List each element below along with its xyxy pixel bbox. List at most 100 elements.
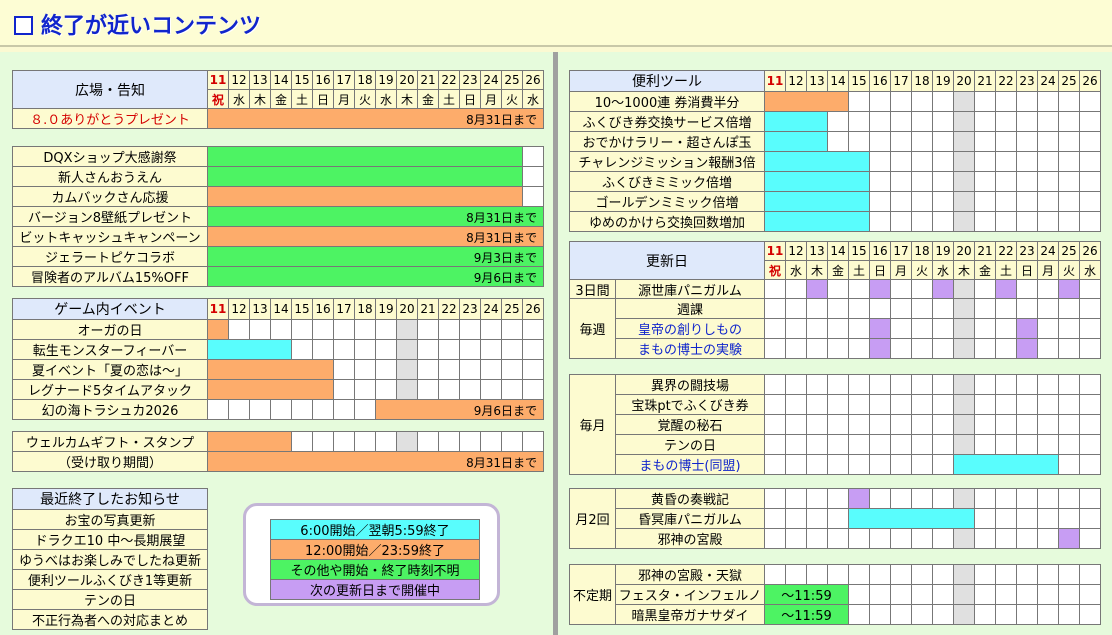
updates-label[interactable]: テンの日 [615, 434, 765, 455]
tools-label[interactable]: ゴールデンミミック倍増 [569, 191, 765, 212]
tools-row[interactable]: ふくびき券交換サービス倍増 [569, 111, 1101, 132]
recent-link[interactable]: ゆうべはお楽しみでしたね更新 [12, 549, 208, 570]
event-row[interactable]: 夏イベント「夏の恋は～」 [12, 359, 544, 380]
welcome-row[interactable]: ウェルカムギフト・スタンプ [12, 431, 544, 452]
updates-day-cell [932, 318, 954, 339]
recent-row[interactable]: 便利ツールふくびき1等更新 [12, 569, 208, 590]
recent-link[interactable]: ドラクエ10 中～長期展望 [12, 529, 208, 550]
updates-label[interactable]: 昏冥庫パニガルム [615, 508, 765, 529]
updates-label[interactable]: 邪神の宮殿・天獄 [615, 564, 765, 585]
event-label[interactable]: 転生モンスターフィーバー [12, 339, 208, 360]
updates-row[interactable]: 暗黒皇帝ガナサダイ ～11:59 [570, 604, 1101, 625]
tools-label[interactable]: チャレンジミッション報酬3倍 [569, 151, 765, 172]
updates-row[interactable]: まもの博士(同盟) [570, 454, 1101, 475]
campaign-bar [206, 166, 524, 187]
recent-link[interactable]: テンの日 [12, 589, 208, 610]
updates-label[interactable]: 覚醒の秘石 [615, 414, 765, 435]
updates-label[interactable]: 暗黒皇帝ガナサダイ [615, 604, 765, 625]
event-label[interactable]: オーガの日 [12, 319, 208, 340]
updates-label[interactable]: 宝珠ptでふくびき券 [615, 394, 765, 415]
tools-row[interactable]: ゴールデンミミック倍増 [569, 191, 1101, 212]
tools-day-header: 17 [890, 70, 912, 92]
tools-day-cell [953, 131, 975, 152]
campaign-label[interactable]: バージョン8壁紙プレゼント [12, 206, 208, 227]
recent-row[interactable]: ゆうべはお楽しみでしたね更新 [12, 549, 208, 570]
tools-day-cell [932, 111, 954, 132]
updates-label[interactable]: 異界の闘技場 [615, 374, 765, 395]
updates-row[interactable]: テンの日 [570, 434, 1101, 455]
updates-row[interactable]: 邪神の宮殿 [570, 528, 1101, 549]
updates-row[interactable]: 月2回 黄昏の奏戦記 [569, 488, 1101, 549]
event-label[interactable]: 夏イベント「夏の恋は～」 [12, 359, 208, 380]
event-row[interactable]: 転生モンスターフィーバー [12, 339, 544, 360]
campaign-label[interactable]: 冒険者のアルバム15%OFF [12, 266, 208, 287]
welcome-row[interactable]: （受け取り期間） 8月31日まで [12, 451, 544, 472]
recent-link[interactable]: お宝の写真更新 [12, 509, 208, 530]
tools-label[interactable]: 10～1000連 券消費半分 [569, 91, 765, 112]
updates-day-cell [806, 318, 828, 339]
event-row[interactable]: 幻の海トラシュカ2026 9月6日まで [12, 399, 544, 420]
tools-row[interactable]: 10～1000連 券消費半分 [569, 91, 1101, 112]
tools-label[interactable]: ふくびき券交換サービス倍増 [569, 111, 765, 132]
campaign-row[interactable]: ビットキャッシュキャンペーン 8月31日まで [12, 226, 545, 247]
event-row[interactable]: レグナード5タイムアタック [12, 379, 544, 400]
recent-row[interactable]: お宝の写真更新 [12, 509, 208, 530]
tools-row[interactable]: おでかけラリー・超さんぽ玉 [569, 131, 1101, 152]
notice-row-label[interactable]: ８.０ありがとうプレゼント [12, 108, 208, 129]
campaign-row[interactable]: バージョン8壁紙プレゼント 8月31日まで [12, 206, 545, 227]
updates-row[interactable]: 毎週 週課 [569, 298, 1101, 359]
updates-row[interactable]: 昏冥庫パニガルム [570, 508, 1101, 529]
campaign-label[interactable]: カムバックさん応援 [12, 186, 208, 207]
recent-row[interactable]: テンの日 [12, 589, 208, 610]
updates-row[interactable]: 不定期 邪神の宮殿・天獄 [569, 564, 1101, 625]
campaign-row[interactable]: 新人さんおうえん [12, 166, 545, 187]
updates-label[interactable]: 邪神の宮殿 [615, 528, 765, 549]
recent-link[interactable]: 便利ツールふくびき1等更新 [12, 569, 208, 590]
updates-label[interactable]: 皇帝の創りしもの [615, 318, 765, 339]
updates-row[interactable]: まもの博士の実験 [570, 338, 1101, 359]
campaign-bar: 8月31日まで [206, 226, 545, 247]
updates-row[interactable]: 毎月 異界の闘技場 [569, 374, 1101, 475]
updates-weekday-header: 火 [1058, 260, 1080, 280]
campaign-label[interactable]: ジェラートピケコラボ [12, 246, 208, 267]
updates-label[interactable]: 週課 [615, 298, 765, 319]
tools-row[interactable]: ふくびきミミック倍増 [569, 171, 1101, 192]
campaign-label[interactable]: DQXショップ大感謝祭 [12, 146, 208, 167]
event-day-cell [270, 399, 292, 420]
tools-row[interactable]: チャレンジミッション報酬3倍 [569, 151, 1101, 172]
campaign-row[interactable]: ジェラートピケコラボ 9月3日まで [12, 246, 545, 267]
campaign-label[interactable]: ビットキャッシュキャンペーン [12, 226, 208, 247]
welcome-label[interactable]: （受け取り期間） [12, 451, 208, 472]
campaign-row[interactable]: DQXショップ大感謝祭 [12, 146, 545, 167]
updates-label[interactable]: 源世庫パニガルム [615, 279, 765, 300]
updates-row[interactable]: 覚醒の秘石 [570, 414, 1101, 435]
updates-day-cell [974, 528, 996, 549]
tools-label[interactable]: ふくびきミミック倍増 [569, 171, 765, 192]
event-label[interactable]: 幻の海トラシュカ2026 [12, 399, 208, 420]
updates-row[interactable]: 3日間 源世庫パニガルム [569, 279, 1101, 300]
tools-label[interactable]: おでかけラリー・超さんぽ玉 [569, 131, 765, 152]
updates-label[interactable]: まもの博士の実験 [615, 338, 765, 359]
updates-row[interactable]: 皇帝の創りしもの [570, 318, 1101, 339]
recent-row[interactable]: ドラクエ10 中～長期展望 [12, 529, 208, 550]
updates-label[interactable]: フェスタ・インフェルノ [615, 584, 765, 605]
tools-row[interactable]: ゆめのかけら交換回数増加 [569, 211, 1101, 232]
tools-label[interactable]: ゆめのかけら交換回数増加 [569, 211, 765, 232]
event-row[interactable]: オーガの日 [12, 319, 544, 340]
campaign-row[interactable]: カムバックさん応援 [12, 186, 545, 207]
recent-link[interactable]: 不正行為者への対応まとめ [12, 609, 208, 630]
updates-day-cell [848, 564, 870, 585]
campaign-row[interactable]: 冒険者のアルバム15%OFF 9月6日まで [12, 266, 545, 287]
updates-label[interactable]: 黄昏の奏戦記 [615, 488, 765, 509]
updates-row[interactable]: フェスタ・インフェルノ ～11:59 [570, 584, 1101, 605]
updates-day-cell [1079, 454, 1101, 475]
recent-row[interactable]: 不正行為者への対応まとめ [12, 609, 208, 630]
event-label[interactable]: レグナード5タイムアタック [12, 379, 208, 400]
notice-row[interactable]: ８.０ありがとうプレゼント 8月31日まで [12, 108, 544, 129]
updates-label[interactable]: まもの博士(同盟) [615, 454, 765, 475]
campaign-label[interactable]: 新人さんおうえん [12, 166, 208, 187]
event-day-header: 16 [312, 298, 334, 320]
updates-row[interactable]: 宝珠ptでふくびき券 [570, 394, 1101, 415]
event-day-cell [270, 319, 292, 340]
welcome-label[interactable]: ウェルカムギフト・スタンプ [12, 431, 208, 452]
